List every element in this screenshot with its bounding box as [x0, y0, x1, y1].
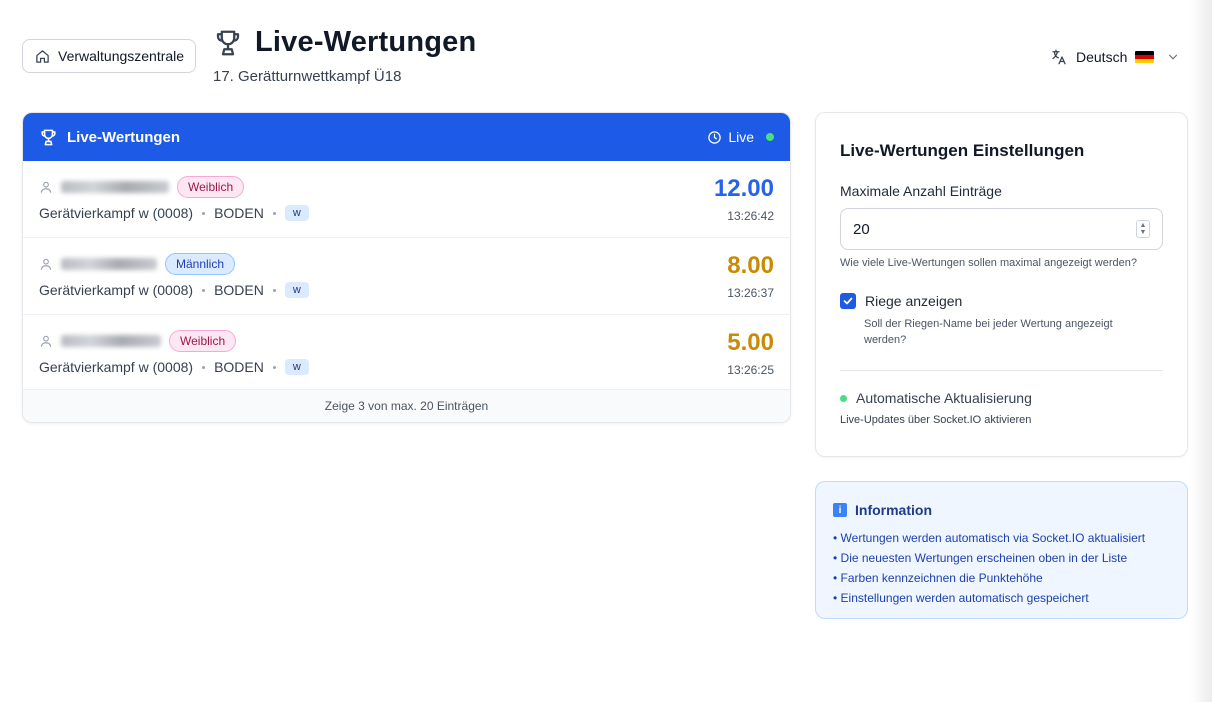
separator-dot: [202, 211, 206, 215]
page-title: Live-Wertungen: [255, 26, 477, 58]
riege-badge: w: [284, 282, 309, 298]
home-button[interactable]: Verwaltungszentrale: [22, 39, 196, 73]
user-icon: [40, 181, 52, 193]
separator-dot: [272, 365, 276, 369]
list-item: • Farben kennzeichnen die Punktehöhe: [833, 571, 1043, 585]
page-subtitle: 17. Gerätturnwettkampf Ü18: [213, 68, 402, 85]
live-card-title: Live-Wertungen: [67, 128, 181, 146]
athlete-name-redacted: [61, 258, 157, 270]
gender-badge: Männlich: [165, 253, 236, 275]
list-item: • Wertungen werden automatisch via Socke…: [833, 531, 1146, 545]
auto-update-label: Automatische Aktualisierung: [856, 390, 1032, 406]
max-entries-hint: Wie viele Live-Wertungen sollen maximal …: [840, 257, 1137, 269]
apparatus-label: BODEN: [214, 282, 264, 298]
score-value: 8.00: [727, 252, 774, 279]
language-label: Deutsch: [1076, 49, 1128, 65]
auto-update-hint: Live-Updates über Socket.IO aktivieren: [840, 414, 1032, 426]
max-entries-label: Maximale Anzahl Einträge: [840, 183, 1002, 199]
max-entries-input[interactable]: 20 ▲ ▼: [840, 208, 1163, 250]
translate-icon: [1052, 49, 1066, 65]
apparatus-label: BODEN: [214, 359, 264, 375]
riege-badge: w: [284, 205, 309, 221]
athlete-name-redacted: [61, 181, 169, 193]
competition-label: Gerätvierkampf w (0008): [39, 205, 194, 221]
max-entries-value: 20: [853, 220, 870, 238]
page-header: Live-Wertungen: [213, 26, 476, 59]
home-button-label: Verwaltungszentrale: [58, 48, 185, 64]
score-entry: Weiblich Gerätvierkampf w (0008) BODEN w…: [23, 315, 790, 392]
score-time: 13:26:37: [727, 286, 774, 300]
score-time: 13:26:25: [727, 363, 774, 377]
score-time: 13:26:42: [727, 209, 774, 223]
trophy-icon: [41, 129, 56, 145]
competition-label: Gerätvierkampf w (0008): [39, 282, 194, 298]
list-item: • Die neuesten Wertungen erscheinen oben…: [833, 551, 1128, 565]
score-value: 12.00: [713, 175, 774, 202]
separator-dot: [272, 288, 276, 292]
separator-dot: [272, 211, 276, 215]
show-riege-hint: Soll der Riegen-Name bei jeder Wertung a…: [864, 318, 1113, 346]
language-selector[interactable]: Deutsch: [1050, 46, 1180, 68]
competition-label: Gerätvierkampf w (0008): [39, 359, 194, 375]
trophy-icon: [216, 30, 240, 55]
athlete-name-redacted: [61, 335, 161, 347]
check-icon: [843, 297, 853, 305]
chevron-down-icon: [1169, 54, 1178, 60]
gender-badge: Weiblich: [177, 176, 245, 198]
clock-icon: [708, 130, 722, 144]
number-stepper[interactable]: ▲ ▼: [1136, 220, 1150, 238]
live-indicator-dot: [766, 133, 774, 141]
info-icon: i: [833, 503, 847, 517]
gender-badge: Weiblich: [169, 330, 237, 352]
score-value: 5.00: [727, 329, 774, 356]
apparatus-label: BODEN: [214, 205, 264, 221]
live-scores-card: Live-Wertungen Live Weiblich Gerätvierka…: [22, 112, 791, 423]
show-riege-label[interactable]: Riege anzeigen: [865, 293, 962, 309]
live-card-header: Live-Wertungen Live: [23, 113, 790, 161]
score-entry: Weiblich Gerätvierkampf w (0008) BODEN w…: [23, 161, 790, 238]
user-icon: [40, 258, 52, 270]
live-status-label: Live: [728, 129, 754, 145]
settings-card: Live-Wertungen Einstellungen Maximale An…: [815, 112, 1188, 457]
list-item: • Einstellungen werden automatisch gespe…: [833, 591, 1089, 605]
divider: [840, 370, 1163, 371]
german-flag-icon: [1135, 50, 1155, 64]
separator-dot: [202, 288, 206, 292]
user-icon: [40, 335, 52, 347]
information-title: Information: [855, 502, 932, 518]
window-edge-shadow: [1190, 0, 1212, 702]
home-icon: [36, 49, 49, 63]
separator-dot: [202, 365, 206, 369]
riege-badge: w: [284, 359, 309, 375]
settings-title: Live-Wertungen Einstellungen: [840, 141, 1085, 160]
show-riege-checkbox[interactable]: [840, 293, 856, 309]
entries-count-footer: Zeige 3 von max. 20 Einträgen: [23, 389, 790, 422]
information-card: i Information • Wertungen werden automat…: [815, 481, 1188, 619]
auto-update-status-dot: [840, 394, 847, 402]
information-list: • Wertungen werden automatisch via Socke…: [833, 528, 1170, 608]
score-entry: Männlich Gerätvierkampf w (0008) BODEN w…: [23, 238, 790, 315]
